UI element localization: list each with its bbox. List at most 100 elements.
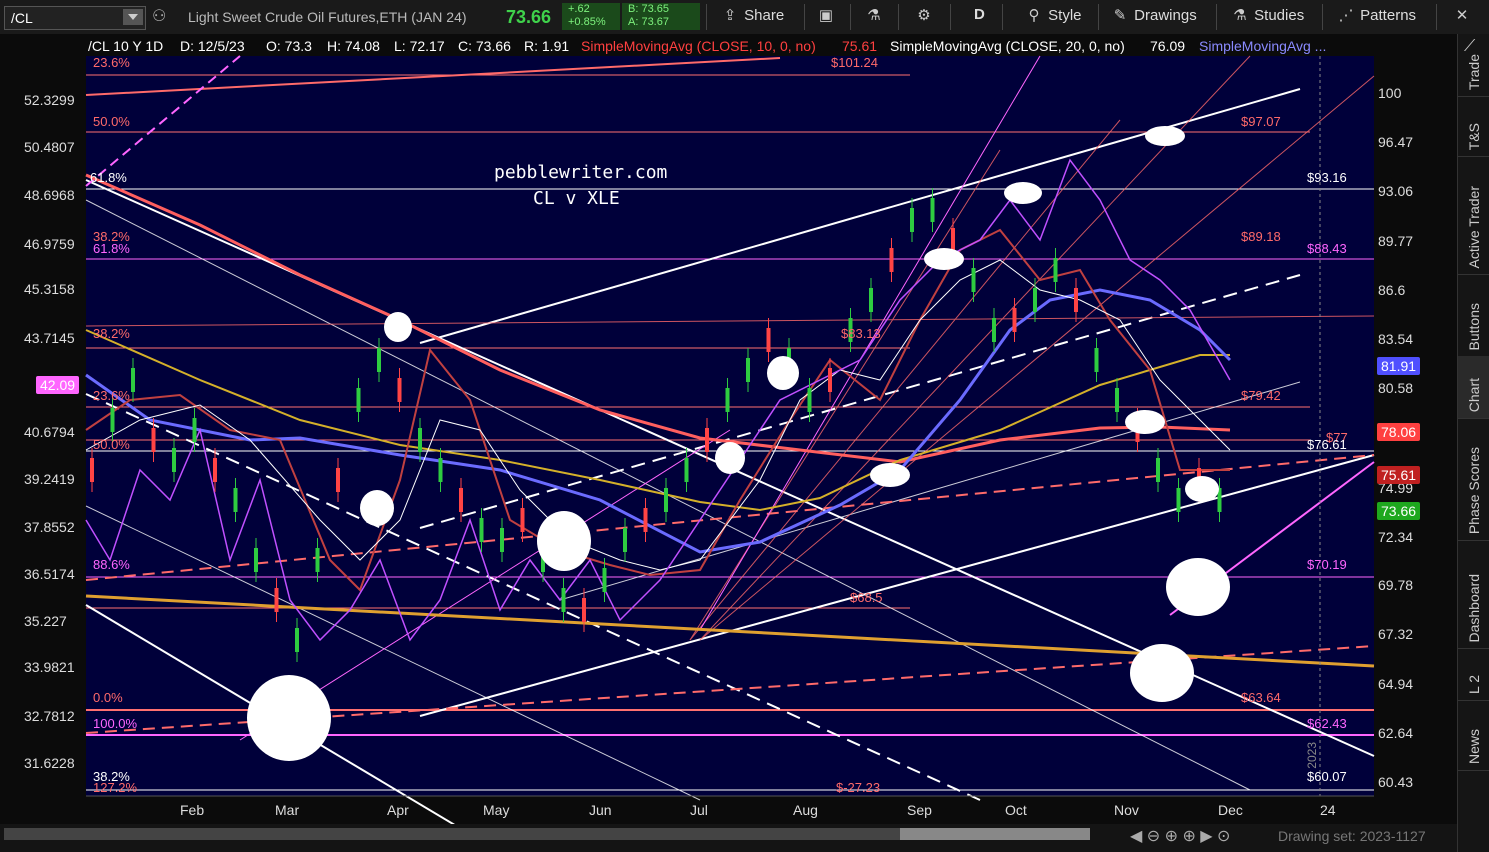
right-axis-label: 69.78 (1378, 577, 1414, 593)
candle-body (1156, 458, 1160, 482)
link-icon[interactable]: ⚇ (152, 6, 166, 26)
x-axis-label: May (483, 802, 510, 818)
divider (1436, 4, 1437, 30)
candle-body (684, 458, 689, 482)
grid-icon: ▣ (818, 7, 834, 24)
divider (850, 4, 851, 30)
right-axis-label: 83.54 (1378, 331, 1414, 347)
candle-body (664, 488, 668, 512)
left-axis-label: 39.2419 (24, 471, 75, 487)
right-axis-label: 93.06 (1378, 183, 1414, 199)
candle-body (151, 428, 156, 452)
left-axis-label: 48.6968 (24, 187, 75, 203)
drawings-label: Drawings (1134, 7, 1197, 24)
x-axis-label: Apr (387, 802, 409, 818)
right-tab-l-2[interactable]: L 2 (1458, 648, 1489, 701)
right-axis-label: 96.47 (1378, 134, 1414, 150)
scrollbar-thumb[interactable] (900, 828, 1090, 840)
style-button[interactable]: ⚲ Style (1024, 6, 1082, 28)
period-button[interactable]: D (974, 6, 985, 28)
candle-body (397, 378, 402, 402)
candle-body (520, 508, 525, 532)
close-button[interactable]: ✕ (1452, 6, 1472, 28)
patterns-icon: ⋰ (1338, 7, 1354, 24)
right-axis-label: 67.32 (1378, 626, 1414, 642)
candle-body (1012, 308, 1017, 332)
x-axis-label: Jul (690, 802, 708, 818)
drawing-set-label: Drawing set: 2023-1127 (1278, 828, 1426, 844)
price-tag: $76.61 (1307, 437, 1347, 452)
fib-label: 61.8% (90, 170, 127, 185)
right-tab-label: L 2 (1466, 675, 1482, 694)
price-tag: $89.18 (1241, 229, 1281, 244)
candle-body (930, 198, 935, 222)
sma20-label: SimpleMovingAvg (CLOSE, 20, 0, no) (890, 38, 1125, 54)
watermark-title: CL v XLE (533, 188, 620, 209)
right-tab-active-trader[interactable]: Active Trader (1458, 156, 1489, 275)
price-tag: $79.42 (1241, 388, 1281, 403)
ask-value: A: 73.67 (628, 16, 669, 28)
open-readout: O: 73.3 (266, 38, 312, 54)
candle-body (131, 368, 135, 392)
right-tab-t-s[interactable]: T&S (1458, 96, 1489, 157)
fib-label: 50.0% (93, 114, 130, 129)
right-axis-label: 86.6 (1378, 282, 1406, 298)
right-tab-label: Chart (1466, 377, 1482, 412)
candle-body (766, 328, 771, 352)
symbol-desc: /CL 10 Y 1D (88, 38, 164, 54)
right-tab-dashboard[interactable]: Dashboard (1458, 540, 1489, 649)
zoom-controls[interactable]: ◀ ⊖ ⊕ ⊕ ▶ ⊙ (1130, 826, 1230, 846)
x-axis-label: Jun (589, 802, 612, 818)
right-tab-phase-scores[interactable]: Phase Scores (1458, 420, 1489, 541)
left-price-pill: 42.09 (36, 376, 80, 394)
candle-body (725, 388, 730, 412)
candle-body (90, 458, 94, 482)
price-tag: $70.19 (1307, 557, 1347, 572)
style-label: Style (1048, 7, 1082, 24)
instrument-title: Light Sweet Crude Oil Futures,ETH (JAN 2… (188, 9, 467, 25)
x-axis-label: 24 (1320, 802, 1336, 818)
candle-body (336, 468, 340, 492)
right-tab-label: Trade (1466, 53, 1482, 90)
fib-label: 50.0% (93, 437, 130, 452)
settings-button[interactable]: ⚙ (914, 6, 934, 28)
x-axis-label: Sep (907, 802, 932, 818)
candle-body (459, 488, 463, 512)
right-tab-buttons[interactable]: Buttons (1458, 274, 1489, 357)
studies-label: Studies (1254, 7, 1305, 24)
left-axis-label: 52.3299 (24, 92, 75, 108)
right-axis-label: 60.43 (1378, 774, 1414, 790)
chevron-down-icon[interactable] (123, 9, 143, 25)
price-chart[interactable] (0, 34, 1457, 852)
share-button[interactable]: ⇪ Share (720, 6, 785, 28)
drawings-button[interactable]: ✎ Drawings (1110, 6, 1197, 28)
price-tag: $83.13 (841, 326, 881, 341)
price-tag: $88.43 (1307, 241, 1347, 256)
candle-body (315, 548, 320, 572)
flask-icon: ⚗ (867, 7, 881, 24)
right-tab-label: Active Trader (1466, 185, 1482, 268)
price-tag: $62.43 (1307, 716, 1347, 731)
left-axis-label: 33.9821 (24, 659, 75, 675)
studies-button[interactable]: ⚗ Studies (1230, 6, 1304, 28)
divider (1322, 4, 1323, 30)
patterns-button[interactable]: ⋰ Patterns (1336, 6, 1417, 28)
right-tab-news[interactable]: News (1458, 700, 1489, 771)
candle-body (561, 588, 566, 612)
candle-body (213, 458, 217, 482)
right-tab-trade[interactable]: Trade (1458, 36, 1489, 97)
left-axis-label: 50.4807 (24, 139, 75, 155)
candle-body (438, 458, 443, 482)
change-box: +.62 +0.85% (562, 3, 620, 30)
fib-label: 88.6% (93, 557, 130, 572)
bid-value: B: 73.65 (628, 3, 669, 15)
grid-button[interactable]: ▣ (816, 6, 836, 28)
flask-button[interactable]: ⚗ (864, 6, 884, 28)
price-tag: $97.07 (1241, 114, 1281, 129)
right-tab-chart[interactable]: Chart (1458, 356, 1489, 419)
patterns-label: Patterns (1360, 7, 1417, 24)
scrollbar-track[interactable] (4, 828, 906, 840)
symbol-selector[interactable]: /CL (4, 6, 146, 30)
pencil-icon: ✎ (1113, 7, 1127, 24)
gear-icon: ⚙ (917, 7, 931, 24)
